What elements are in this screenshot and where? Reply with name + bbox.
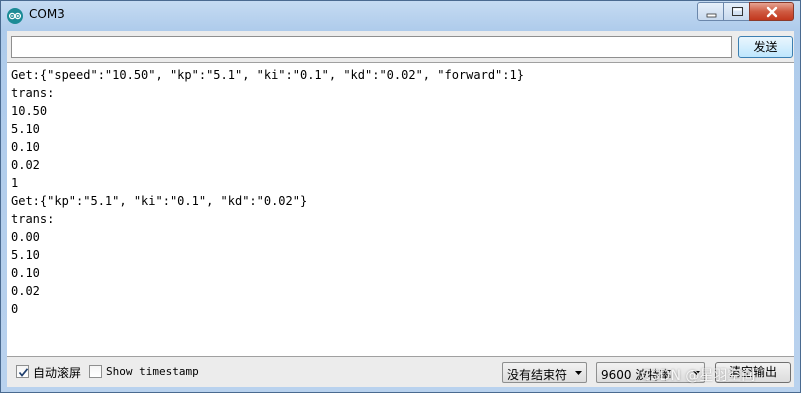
autoscroll-label: 自动滚屏 [33,366,82,380]
output-line: 0.02 [11,284,40,298]
output-line: Get:{"speed":"10.50", "kp":"5.1", "ki":"… [11,68,524,82]
maximize-button[interactable] [723,2,750,21]
output-line: 5.10 [11,122,40,136]
maximize-icon [732,7,743,16]
close-icon [766,6,778,18]
arduino-icon [7,8,23,24]
clear-output-button[interactable]: 清空输出 [715,362,791,383]
autoscroll-checkbox[interactable] [16,365,29,378]
baud-rate-select[interactable]: 9600 波特率 [596,362,705,383]
footer-bar: 自动滚屏 Show timestamp 没有结束符 9600 波特率 清空输出 [7,357,794,387]
client-area: 发送 Get:{"speed":"10.50", "kp":"5.1", "ki… [7,31,794,387]
close-button[interactable] [749,2,794,21]
output-line: 10.50 [11,104,48,118]
title-bar[interactable]: COM3 [1,1,800,31]
output-line: 0.10 [11,140,40,154]
send-input[interactable] [11,36,732,58]
output-line: 0.00 [11,230,40,244]
line-ending-value: 没有结束符 [507,368,568,382]
checkmark-icon [18,368,29,377]
output-line: Get:{"kp":"5.1", "ki":"0.1", "kd":"0.02"… [11,194,308,208]
minimize-button[interactable] [697,2,724,21]
output-line: 0 [11,302,19,316]
output-line: trans: [11,212,55,226]
timestamp-label: Show timestamp [106,365,199,378]
minimize-icon [706,13,717,18]
baud-rate-value: 9600 波特率 [601,368,672,382]
line-ending-select[interactable]: 没有结束符 [502,362,587,383]
output-line: 5.10 [11,248,40,262]
output-line: 0.10 [11,266,40,280]
chevron-down-icon [693,371,700,375]
chevron-down-icon [575,371,582,375]
window-title: COM3 [29,7,65,21]
timestamp-checkbox[interactable] [89,365,102,378]
send-button[interactable]: 发送 [738,36,793,58]
serial-monitor-window: COM3 发送 Get:{"speed":"10.50", "kp":"5.1"… [0,0,801,393]
output-line: trans: [11,86,55,100]
output-line: 1 [11,176,19,190]
serial-output[interactable]: Get:{"speed":"10.50", "kp":"5.1", "ki":"… [7,62,794,357]
output-line: 0.02 [11,158,40,172]
